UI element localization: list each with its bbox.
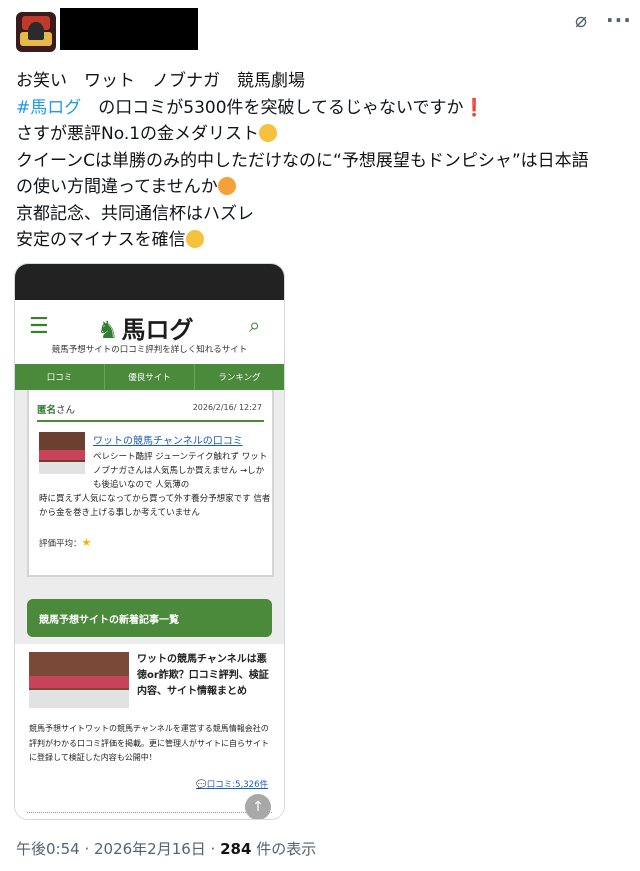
- slash-circle-icon[interactable]: ⌀: [575, 8, 587, 32]
- nav-item-reviews: 口コミ: [15, 364, 105, 390]
- redacted-username: [60, 8, 198, 50]
- hashtag-link[interactable]: #馬ログ: [16, 98, 81, 118]
- horse-icon: ♞: [97, 316, 119, 344]
- arrow-up-icon: ↑: [245, 794, 271, 819]
- more-icon[interactable]: ···: [606, 8, 632, 32]
- divider: [37, 420, 264, 422]
- tweet-text: お笑い ワット ノブナガ 競馬劇場 #馬ログ の口コミが5300件を突破してるじ…: [16, 68, 621, 254]
- tweet-line: 京都記念、共同通信杯はハズレ: [16, 203, 254, 224]
- phone-status-bar: [15, 264, 284, 300]
- review-rating: 評価平均：★: [39, 536, 92, 549]
- tweet-line: の口コミが5300件を突破してるじゃないですか: [81, 97, 464, 118]
- tweet-line: の使い方間違ってませんか: [16, 177, 218, 197]
- article-item: ワットの競馬チャンネルは悪徳or詐欺？口コミ評判、検証内容、サイト情報まとめ 競…: [15, 644, 284, 819]
- comment-icon: 💬: [196, 780, 207, 790]
- tweet-timestamp[interactable]: 午後0:54 · 2026年2月16日 ·: [16, 840, 220, 858]
- laughing-emoji-icon: [259, 124, 278, 142]
- exclamation-icon: ❗: [463, 97, 485, 118]
- hand-over-mouth-emoji-icon: [217, 177, 236, 195]
- review-card: 匿名さん 2026/2/16/ 12:27 ワットの競馬チャンネルの口コミ ペレ…: [27, 390, 274, 577]
- review-site-link: ワットの競馬チャンネルの口コミ: [93, 436, 243, 447]
- tweet-line: 安定のマイナスを確信: [16, 230, 186, 250]
- attached-screenshot[interactable]: ☰ ♞ 馬ログ ⌕ 競馬予想サイトの口コミ評判を詳しく知れるサイト 口コミ 優良サ…: [14, 263, 285, 820]
- review-date: 2026/2/16/ 12:27: [192, 403, 262, 412]
- site-subtitle: 競馬予想サイトの口コミ評判を詳しく知れるサイト: [51, 345, 248, 355]
- review-text: ペレシート酷評 ジューンテイク触れず ワットノブナガさんは人気馬しか買えません …: [39, 452, 271, 518]
- search-icon: ⌕: [249, 313, 261, 337]
- view-label: 件の表示: [251, 840, 317, 858]
- site-content: 匿名さん 2026/2/16/ 12:27 ワットの競馬チャンネルの口コミ ペレ…: [15, 390, 284, 819]
- tweet-line: お笑い ワット ノブナガ 競馬劇場: [16, 71, 305, 91]
- tweet-line: さすが悪評No.1の金メダリスト: [16, 124, 260, 144]
- tweet-line: クイーンCは単勝のみ的中しただけなのに“予想展望もドンピシャ”は日本語: [16, 150, 589, 171]
- nav-item-ranking: ランキング: [218, 373, 261, 383]
- nav-item-good-sites: 優良サイト: [105, 364, 195, 390]
- site-header: ☰ ♞ 馬ログ ⌕ 競馬予想サイトの口コミ評判を詳しく知れるサイト: [15, 300, 284, 364]
- star-icon: ★: [81, 536, 92, 549]
- article-thumbnail: [29, 652, 129, 708]
- article-title: ワットの競馬チャンネルは悪徳or詐欺？口コミ評判、検証内容、サイト情報まとめ: [137, 654, 269, 697]
- review-count: 💬口コミ:5,326件: [196, 780, 268, 790]
- laughing-emoji-icon: [185, 230, 204, 248]
- tweet-meta: 午後0:54 · 2026年2月16日 · 284 件の表示: [16, 838, 316, 859]
- hamburger-icon: ☰: [29, 314, 49, 339]
- user-avatar[interactable]: [16, 12, 56, 52]
- article-description: 競馬予想サイトワットの競馬チャンネルを運営する競馬情報会社の評判がわかる口コミ評…: [29, 724, 269, 762]
- site-logo: ♞ 馬ログ: [97, 316, 194, 344]
- view-count: 284: [220, 840, 252, 858]
- reviewer-name: 匿名さん: [37, 405, 76, 416]
- section-header: 競馬予想サイトの新着記事一覧: [27, 599, 272, 637]
- site-nav: 口コミ 優良サイト ランキング: [15, 364, 284, 390]
- divider: [27, 812, 272, 813]
